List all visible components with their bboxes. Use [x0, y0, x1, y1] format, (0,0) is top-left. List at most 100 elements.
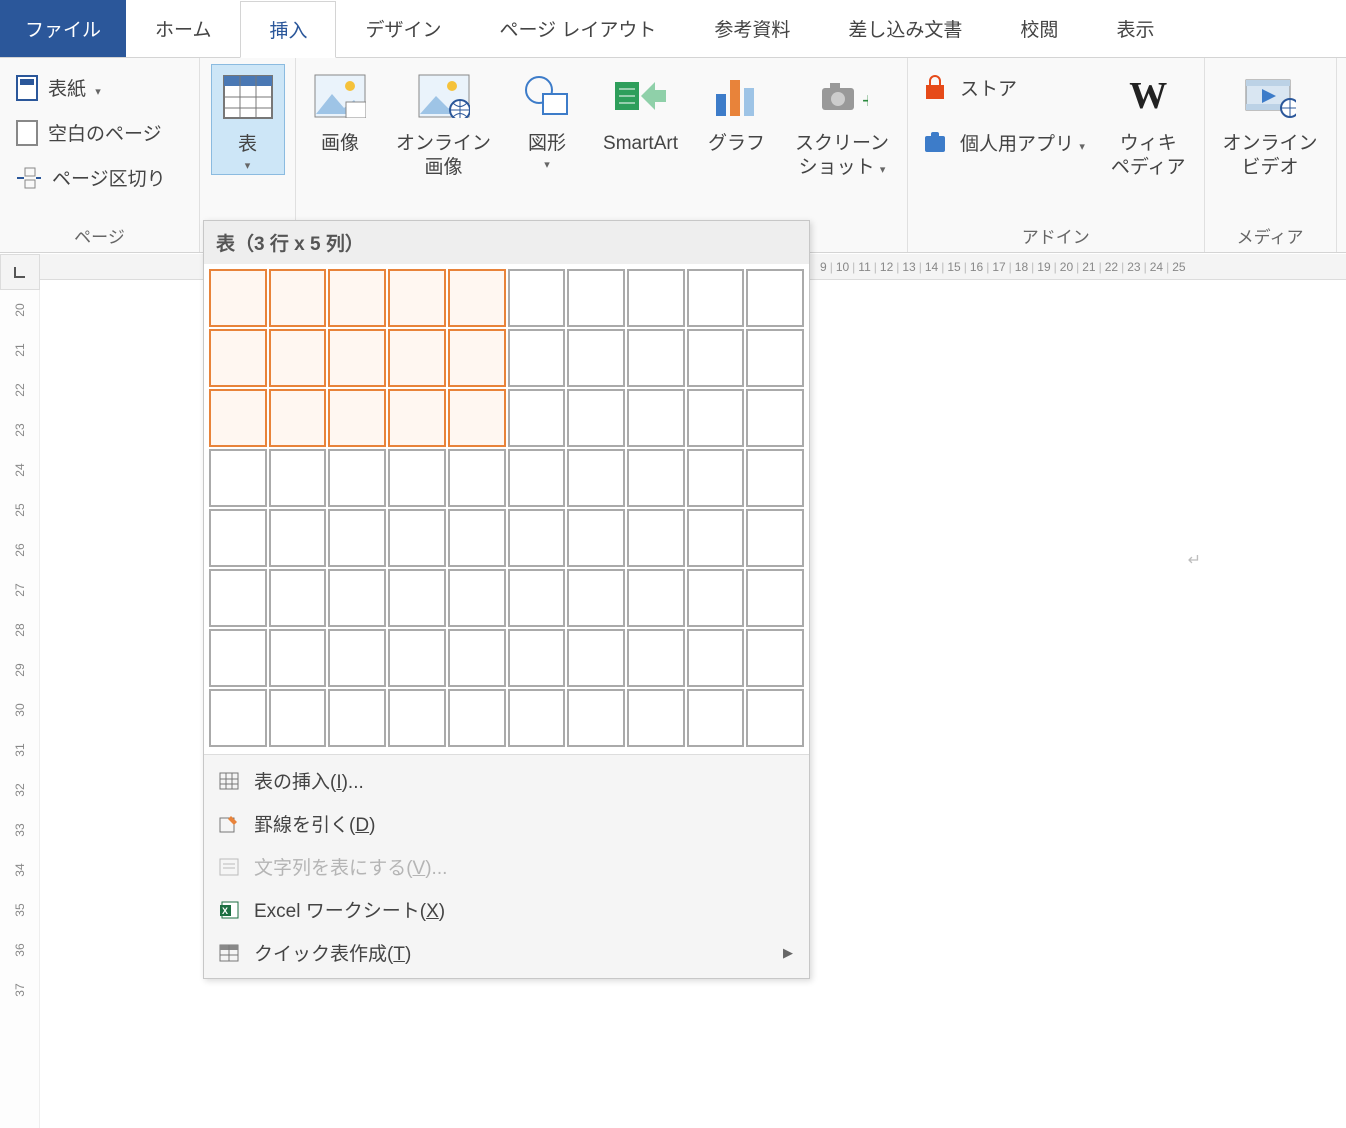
cover-page-button[interactable]: 表紙 — [8, 70, 174, 105]
table-grid-cell[interactable] — [508, 569, 566, 627]
table-grid-cell[interactable] — [508, 449, 566, 507]
tab-mailings[interactable]: 差し込み文書 — [819, 0, 991, 57]
table-grid-cell[interactable] — [448, 329, 506, 387]
table-grid-cell[interactable] — [687, 389, 745, 447]
blank-page-button[interactable]: 空白のページ — [8, 115, 174, 150]
table-grid-cell[interactable] — [448, 689, 506, 747]
table-grid-cell[interactable] — [567, 689, 625, 747]
table-grid-cell[interactable] — [269, 449, 327, 507]
table-grid-cell[interactable] — [269, 629, 327, 687]
table-grid-cell[interactable] — [567, 329, 625, 387]
table-grid-cell[interactable] — [388, 449, 446, 507]
table-grid-cell[interactable] — [627, 569, 685, 627]
tab-insert[interactable]: 挿入 — [240, 1, 336, 58]
table-grid-cell[interactable] — [567, 569, 625, 627]
table-grid-cell[interactable] — [209, 449, 267, 507]
table-grid-cell[interactable] — [746, 449, 804, 507]
table-grid-cell[interactable] — [627, 389, 685, 447]
tab-file[interactable]: ファイル — [0, 0, 126, 57]
table-grid-cell[interactable] — [746, 569, 804, 627]
table-grid-cell[interactable] — [388, 329, 446, 387]
table-grid-cell[interactable] — [508, 689, 566, 747]
page-break-button[interactable]: ページ区切り — [8, 160, 174, 195]
table-grid-cell[interactable] — [328, 269, 386, 327]
table-grid-cell[interactable] — [328, 449, 386, 507]
table-grid-cell[interactable] — [687, 569, 745, 627]
smartart-button[interactable]: SmartArt — [593, 64, 688, 158]
table-grid-cell[interactable] — [508, 329, 566, 387]
chart-button[interactable]: グラフ — [698, 64, 775, 158]
table-grid-cell[interactable] — [746, 329, 804, 387]
table-grid-cell[interactable] — [627, 449, 685, 507]
vertical-ruler[interactable]: 20 21 22 23 24 25 26 27 28 29 30 31 32 3… — [0, 290, 40, 1128]
table-grid-cell[interactable] — [328, 629, 386, 687]
table-grid-cell[interactable] — [567, 269, 625, 327]
table-grid-cell[interactable] — [567, 449, 625, 507]
tab-page-layout[interactable]: ページ レイアウト — [470, 0, 685, 57]
online-pictures-button[interactable]: オンライン 画像 — [386, 64, 501, 182]
table-grid-cell[interactable] — [269, 569, 327, 627]
table-grid-cell[interactable] — [567, 629, 625, 687]
table-grid-cell[interactable] — [209, 329, 267, 387]
wikipedia-button[interactable]: W ウィキ ペディア — [1101, 64, 1196, 182]
tab-home[interactable]: ホーム — [126, 0, 240, 57]
insert-table-menu-item[interactable]: 表の挿入(I)... — [204, 759, 809, 802]
table-grid-cell[interactable] — [328, 329, 386, 387]
table-grid-cell[interactable] — [687, 689, 745, 747]
online-video-button[interactable]: オンライン ビデオ — [1213, 64, 1328, 182]
table-grid-cell[interactable] — [269, 329, 327, 387]
table-size-grid[interactable] — [204, 264, 809, 754]
shapes-button[interactable]: 図形 ▾ — [511, 64, 583, 173]
table-grid-cell[interactable] — [269, 269, 327, 327]
table-grid-cell[interactable] — [746, 269, 804, 327]
table-grid-cell[interactable] — [448, 269, 506, 327]
table-grid-cell[interactable] — [687, 449, 745, 507]
table-grid-cell[interactable] — [448, 629, 506, 687]
table-grid-cell[interactable] — [627, 329, 685, 387]
table-grid-cell[interactable] — [627, 689, 685, 747]
tab-review[interactable]: 校閲 — [991, 0, 1087, 57]
pictures-button[interactable]: 画像 — [304, 64, 376, 158]
table-grid-cell[interactable] — [746, 689, 804, 747]
table-grid-cell[interactable] — [209, 269, 267, 327]
table-grid-cell[interactable] — [388, 569, 446, 627]
tab-design[interactable]: デザイン — [336, 0, 470, 57]
excel-spreadsheet-menu-item[interactable]: X Excel ワークシート(X) — [204, 888, 809, 931]
table-grid-cell[interactable] — [508, 629, 566, 687]
table-grid-cell[interactable] — [627, 269, 685, 327]
table-grid-cell[interactable] — [508, 509, 566, 567]
table-grid-cell[interactable] — [388, 269, 446, 327]
table-grid-cell[interactable] — [388, 629, 446, 687]
my-addins-button[interactable]: 個人用アプリ ▾ — [922, 129, 1085, 156]
table-grid-cell[interactable] — [448, 449, 506, 507]
table-grid-cell[interactable] — [328, 509, 386, 567]
table-grid-cell[interactable] — [269, 389, 327, 447]
table-grid-cell[interactable] — [209, 509, 267, 567]
table-grid-cell[interactable] — [269, 689, 327, 747]
table-grid-cell[interactable] — [687, 509, 745, 567]
table-grid-cell[interactable] — [209, 569, 267, 627]
table-grid-cell[interactable] — [209, 389, 267, 447]
table-grid-cell[interactable] — [508, 389, 566, 447]
table-grid-cell[interactable] — [448, 509, 506, 567]
table-grid-cell[interactable] — [687, 629, 745, 687]
store-button[interactable]: ストア — [922, 74, 1085, 101]
table-grid-cell[interactable] — [328, 569, 386, 627]
table-grid-cell[interactable] — [328, 689, 386, 747]
screenshot-button[interactable]: + スクリーン ショット ▾ — [785, 64, 899, 182]
table-grid-cell[interactable] — [269, 509, 327, 567]
table-grid-cell[interactable] — [388, 509, 446, 567]
table-grid-cell[interactable] — [209, 689, 267, 747]
table-grid-cell[interactable] — [746, 389, 804, 447]
table-grid-cell[interactable] — [746, 629, 804, 687]
table-grid-cell[interactable] — [388, 689, 446, 747]
table-grid-cell[interactable] — [448, 569, 506, 627]
quick-tables-menu-item[interactable]: クイック表作成(T) ▶ — [204, 931, 809, 974]
tab-references[interactable]: 参考資料 — [685, 0, 819, 57]
table-grid-cell[interactable] — [627, 509, 685, 567]
table-button[interactable]: 表 ▾ — [211, 64, 285, 175]
table-grid-cell[interactable] — [448, 389, 506, 447]
table-grid-cell[interactable] — [328, 389, 386, 447]
table-grid-cell[interactable] — [746, 509, 804, 567]
table-grid-cell[interactable] — [627, 629, 685, 687]
